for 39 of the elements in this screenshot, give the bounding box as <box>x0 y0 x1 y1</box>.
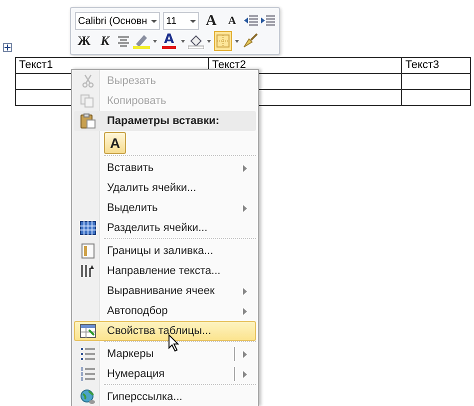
menu-header: Параметры вставки: <box>107 115 220 127</box>
center-align-icon[interactable] <box>117 36 130 46</box>
table-cell: Текст2 <box>212 59 246 71</box>
font-field[interactable]: Calibri (Основн <box>75 12 160 30</box>
menu-item[interactable]: Направление текста... <box>74 261 256 281</box>
shrink-font-button[interactable]: A <box>223 11 242 31</box>
menu-item[interactable]: Границы и заливка... <box>74 241 256 261</box>
text-direction-icon <box>80 263 96 279</box>
menu-item[interactable]: Разделить ячейки... <box>74 218 256 238</box>
bold-button[interactable]: Ж <box>75 31 93 51</box>
format-painter-icon[interactable] <box>242 33 258 49</box>
grid-icon <box>80 221 96 235</box>
table-cell: Текст3 <box>405 59 440 71</box>
menu-item[interactable]: Нумерация <box>74 364 256 384</box>
menu-item[interactable]: Маркеры <box>74 344 256 364</box>
clipboard-icon <box>80 113 96 129</box>
menu-item[interactable]: Автоподбор <box>74 301 256 321</box>
decrease-indent-icon[interactable] <box>244 15 258 27</box>
bullet-list-icon <box>80 347 96 361</box>
scissors-icon <box>80 74 94 88</box>
menu-item[interactable]: Удалить ячейки... <box>74 178 256 198</box>
menu-item[interactable]: Вставить <box>74 158 256 178</box>
increase-indent-icon[interactable] <box>261 15 276 27</box>
menu-item[interactable]: Гиперссылка... <box>74 387 256 406</box>
move-handle-icon[interactable] <box>3 43 12 52</box>
table-cell: Текст1 <box>19 59 53 71</box>
copy-icon <box>80 94 95 108</box>
menu-item[interactable]: Свойства таблицы... <box>74 321 256 341</box>
grow-font-button[interactable]: A <box>202 11 220 31</box>
page-icon <box>80 243 94 259</box>
table-properties-icon <box>80 324 96 338</box>
numbered-list-icon <box>80 367 96 381</box>
paste-option-button[interactable]: A <box>104 132 126 154</box>
italic-button[interactable]: К <box>96 31 114 51</box>
menu-item[interactable]: Выделить <box>74 198 256 218</box>
menu-item[interactable]: Выравнивание ячеек <box>74 281 256 301</box>
font-size-field[interactable]: 11 <box>163 12 200 30</box>
font-color-button[interactable]: A <box>160 31 178 51</box>
globe-icon <box>80 389 96 405</box>
